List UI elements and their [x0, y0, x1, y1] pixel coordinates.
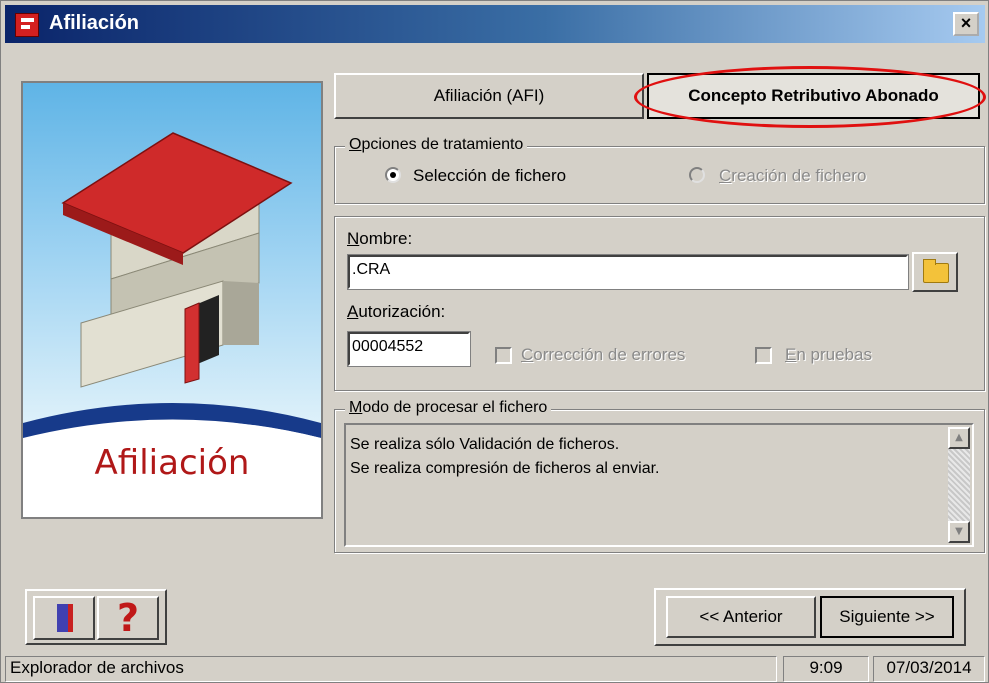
pruebas-label: En pruebas — [785, 345, 872, 364]
app-logo-icon — [15, 13, 39, 37]
close-button[interactable]: × — [953, 12, 979, 36]
correccion-checkbox[interactable] — [495, 347, 512, 364]
seleccion-label[interactable]: Selección de fichero — [413, 166, 566, 186]
processing-text: Se realiza sólo Validación de ficheros. … — [350, 433, 660, 481]
toolbar-group: ? — [25, 589, 167, 645]
file-group: Nombre: .CRA Autorización: 00004552 Corr… — [334, 216, 985, 391]
autorizacion-label: Autorización: — [347, 302, 446, 321]
nombre-input[interactable]: .CRA — [347, 254, 909, 290]
afiliacion-illustration: Afiliación — [21, 81, 323, 519]
illustration-label: Afiliación — [94, 443, 250, 483]
status-text: Explorador de archivos — [5, 656, 777, 682]
pruebas-label-text: n pruebas — [796, 345, 872, 364]
status-bar: Explorador de archivos 9:09 07/03/2014 — [1, 653, 989, 683]
seleccion-radio[interactable] — [385, 167, 401, 183]
processing-memo[interactable]: Se realiza sólo Validación de ficheros. … — [344, 423, 974, 547]
pruebas-checkbox[interactable] — [755, 347, 772, 364]
processing-legend-text: odo de procesar el fichero — [362, 399, 548, 416]
help-icon: ? — [116, 596, 140, 640]
creacion-label: Creación de fichero — [719, 166, 867, 185]
folder-icon — [923, 259, 949, 283]
options-group: Opciones de tratamiento Selección de fic… — [334, 136, 985, 204]
correccion-label: Corrección de errores — [521, 345, 686, 364]
status-time: 9:09 — [783, 656, 869, 682]
processing-line-1: Se realiza sólo Validación de ficheros. — [350, 436, 620, 453]
browse-folder-button[interactable] — [912, 252, 958, 292]
vertical-scrollbar[interactable]: ▲ ▼ — [948, 427, 970, 543]
processing-line-2: Se realiza compresión de ficheros al env… — [350, 460, 660, 477]
creacion-radio[interactable] — [689, 167, 705, 183]
title-bar[interactable]: Afiliación × — [5, 5, 985, 43]
correccion-label-text: orrección de errores — [533, 345, 686, 364]
nombre-label: Nombre: — [347, 229, 413, 248]
exit-button[interactable] — [33, 596, 95, 640]
autorizacion-input[interactable]: 00004552 — [347, 331, 471, 367]
processing-legend: Modo de procesar el fichero — [345, 399, 552, 417]
nombre-label-text: ombre: — [359, 229, 413, 248]
tab-concepto-retributivo-abonado[interactable]: Concepto Retributivo Abonado — [647, 73, 980, 119]
options-legend: Opciones de tratamiento — [345, 136, 528, 154]
help-button[interactable]: ? — [97, 596, 159, 640]
afiliacion-window: Afiliación × Afiliación Afiliación (AFI)… — [0, 0, 989, 683]
window-title: Afiliación — [49, 12, 140, 34]
scroll-down-icon[interactable]: ▼ — [948, 521, 970, 543]
autorizacion-label-text: utorización: — [358, 302, 446, 321]
options-legend-text: pciones de tratamiento — [361, 136, 524, 153]
status-date: 07/03/2014 — [873, 656, 985, 682]
creacion-label-text: reación de fichero — [731, 166, 867, 185]
exit-door-icon — [57, 604, 73, 632]
navigation-group: << Anterior Siguiente >> — [654, 588, 966, 646]
siguiente-button[interactable]: Siguiente >> — [820, 596, 954, 638]
anterior-button[interactable]: << Anterior — [666, 596, 816, 638]
scroll-up-icon[interactable]: ▲ — [948, 427, 970, 449]
tab-afiliacion-afi[interactable]: Afiliación (AFI) — [334, 73, 644, 119]
